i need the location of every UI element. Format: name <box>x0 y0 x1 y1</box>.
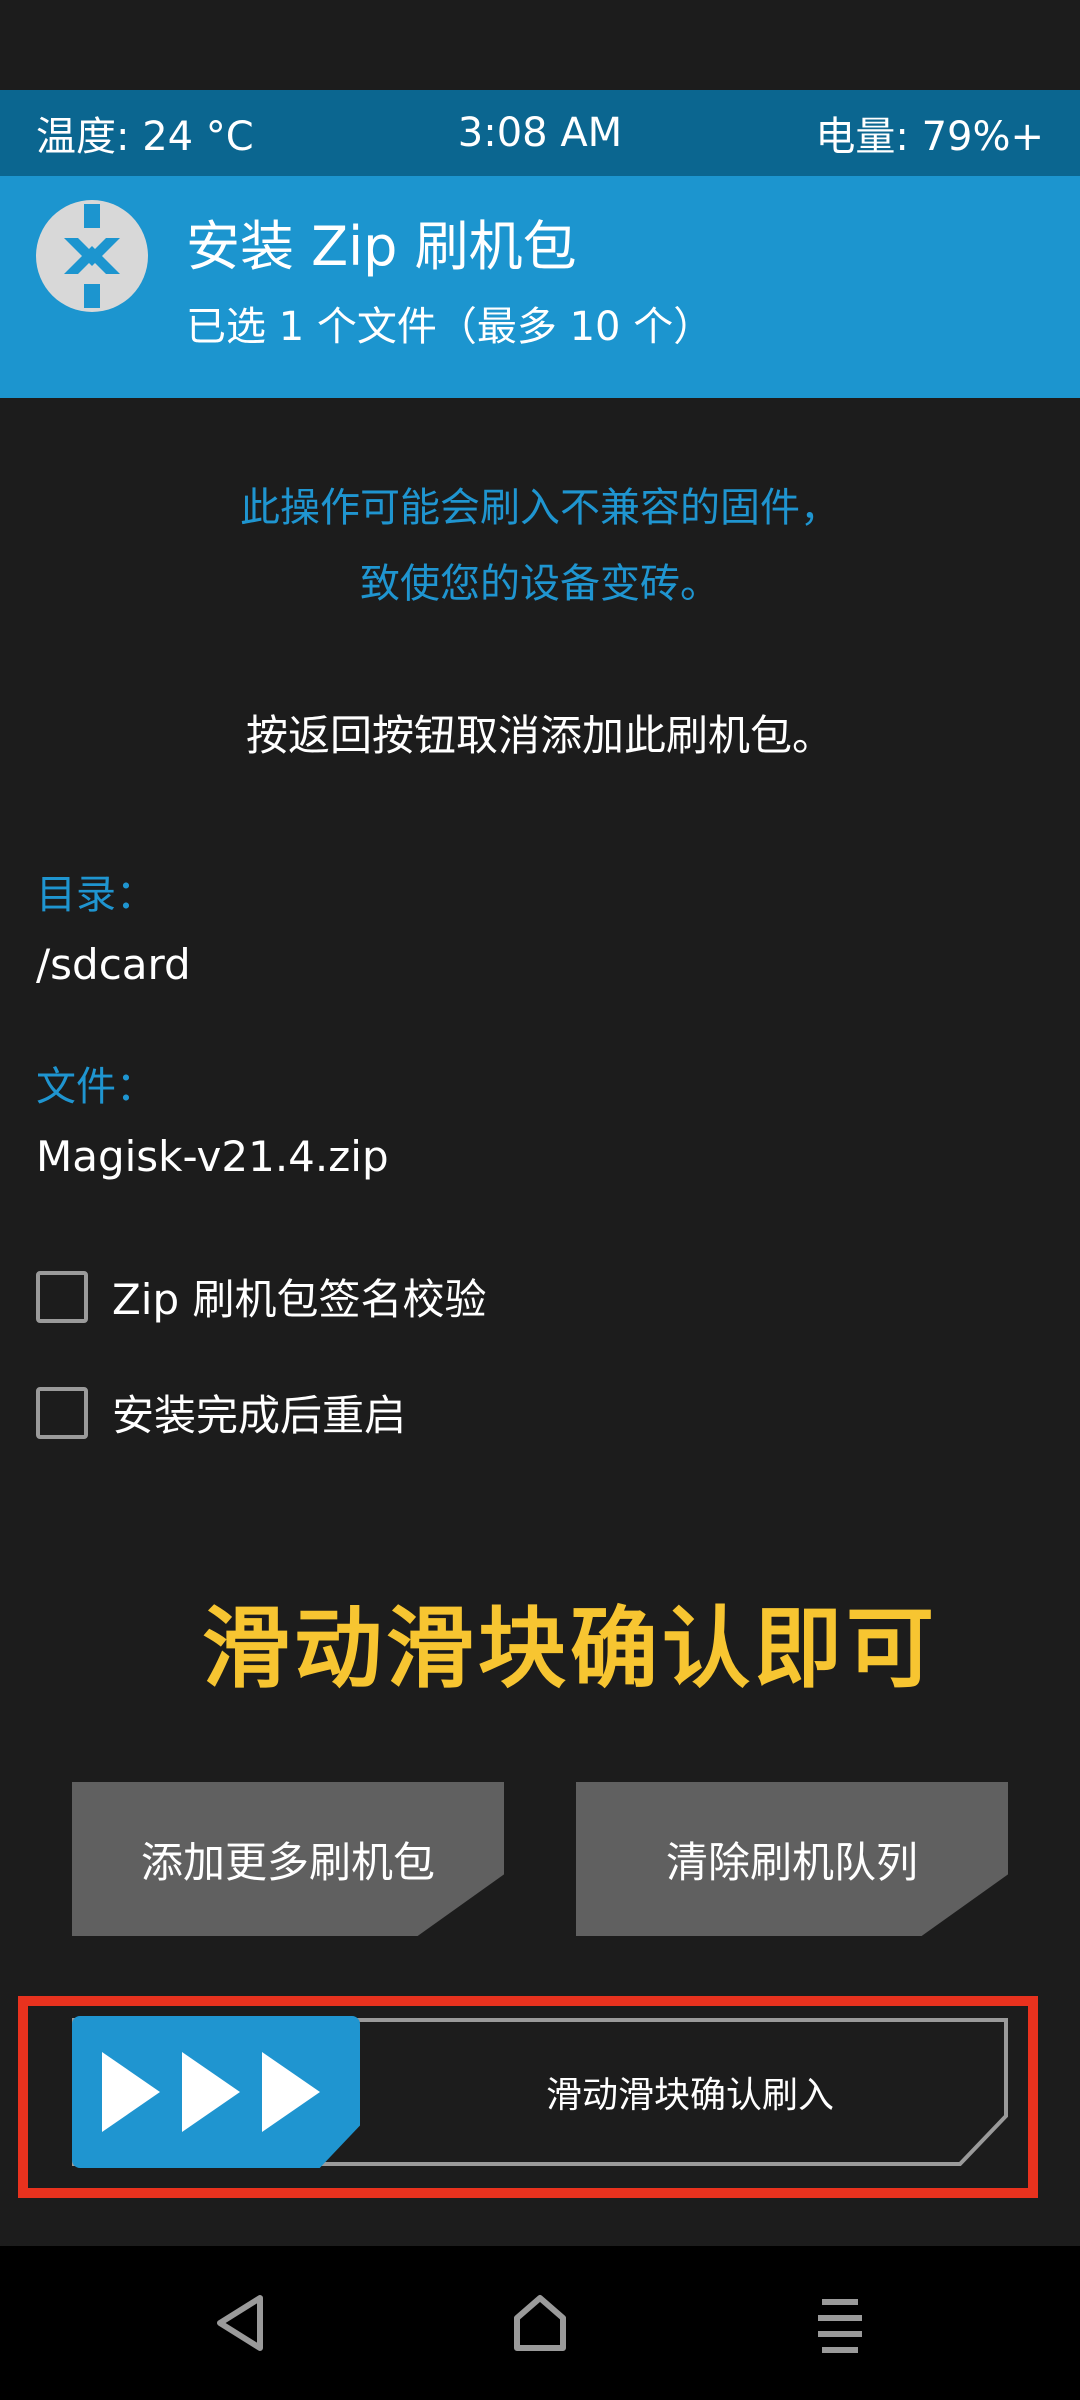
reboot-after-install-checkbox[interactable] <box>36 1386 88 1439</box>
warning-line-2: 致使您的设备变砖。 <box>360 561 720 607</box>
page-subtitle: 已选 1 个文件（最多 10 个） <box>186 304 714 350</box>
page-title: 安装 Zip 刷机包 <box>186 215 577 278</box>
page-header: 安装 Zip 刷机包 已选 1 个文件（最多 10 个） <box>0 176 1080 398</box>
reboot-after-install-label: 安装完成后重启 <box>112 1391 407 1440</box>
file-value: Magisk-v21.4.zip <box>36 1132 389 1181</box>
cancel-hint: 按返回按钮取消添加此刷机包。 <box>245 711 834 760</box>
warning-line-1: 此操作可能会刷入不兼容的固件， <box>240 485 840 531</box>
swipe-prompt: 滑动滑块确认即可 <box>201 1597 938 1700</box>
swipe-slider-handle[interactable] <box>72 2016 360 2168</box>
zip-signature-option[interactable]: Zip 刷机包签名校验 <box>36 1266 486 1327</box>
directory-label: 目录： <box>36 872 156 918</box>
status-bar: 温度: 24 °C 3:08 AM 电量: 79%+ <box>0 90 1080 176</box>
warning-message: 此操作可能会刷入不兼容的固件， 致使您的设备变砖。 <box>0 470 1080 622</box>
menu-icon[interactable] <box>804 2288 874 2358</box>
navigation-bar <box>0 2246 1080 2400</box>
top-strip <box>0 0 1080 90</box>
reboot-after-install-option[interactable]: 安装完成后重启 <box>36 1382 406 1443</box>
directory-value: /sdcard <box>36 940 191 989</box>
clear-zip-queue-button[interactable]: 清除刷机队列 <box>576 1782 1008 1936</box>
swipe-slider-label: 滑动滑块确认刷入 <box>545 2075 834 2116</box>
add-more-zips-button[interactable]: 添加更多刷机包 <box>72 1782 504 1936</box>
home-icon[interactable] <box>505 2288 575 2358</box>
back-triangle-icon[interactable] <box>206 2288 276 2358</box>
zip-signature-checkbox[interactable] <box>36 1270 88 1323</box>
triple-arrow-right-icon <box>102 2052 320 2132</box>
file-label: 文件： <box>36 1064 156 1110</box>
zip-signature-label: Zip 刷机包签名校验 <box>112 1275 487 1324</box>
twrp-logo-icon <box>34 198 150 314</box>
battery-text: 电量: 79%+ <box>815 114 1044 160</box>
